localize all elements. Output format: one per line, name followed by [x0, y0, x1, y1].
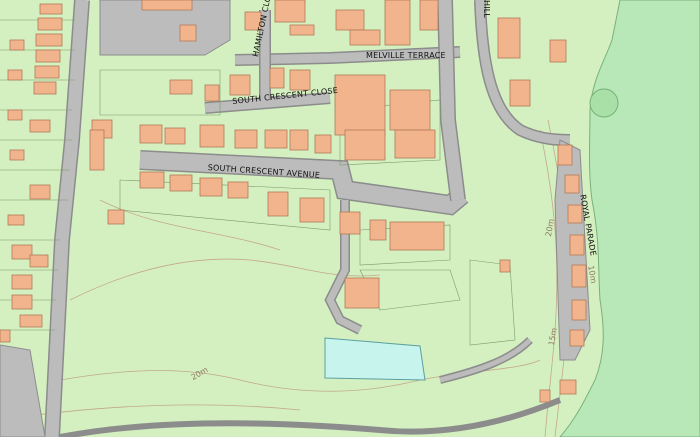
map-canvas [0, 0, 700, 437]
label-hill: HILL [482, 0, 491, 19]
roundabout-green [589, 88, 619, 118]
map-view[interactable]: MELVILLE TERRACE SOUTH CRESCENT CLOSE HA… [0, 0, 700, 437]
contour-label-10m-east: 10m [586, 264, 599, 285]
label-melville-terrace: MELVILLE TERRACE [366, 51, 446, 60]
